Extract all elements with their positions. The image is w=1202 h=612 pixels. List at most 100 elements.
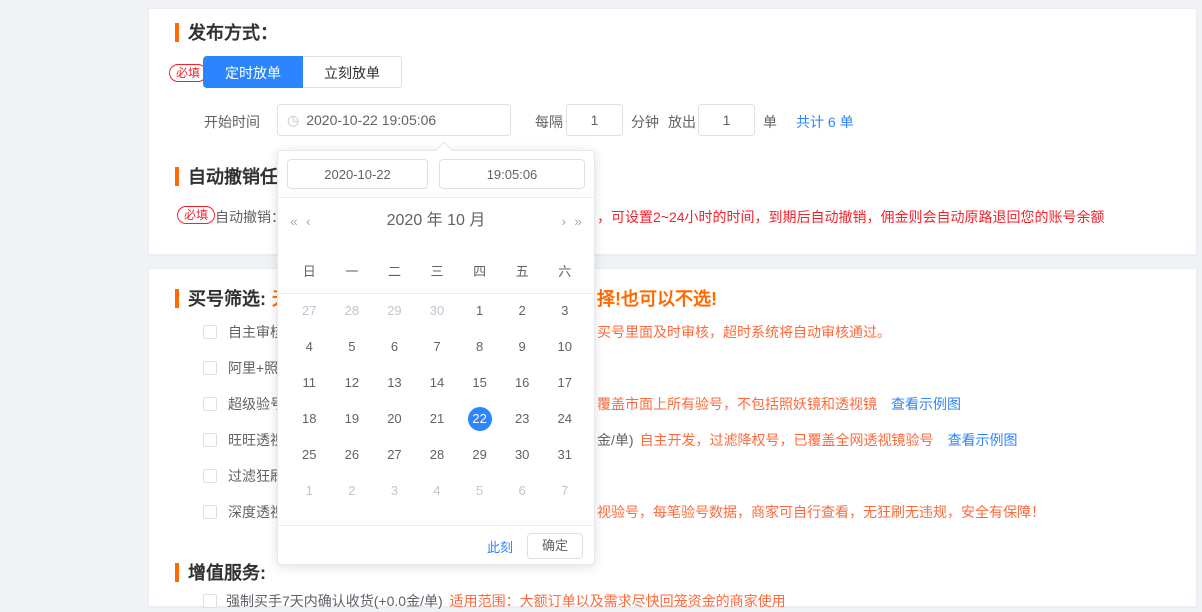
total-orders-link[interactable]: 共计 6 单 bbox=[796, 112, 854, 132]
checkbox[interactable] bbox=[203, 325, 217, 339]
start-time-input[interactable]: ◷ 2020-10-22 19:05:06 bbox=[277, 104, 511, 136]
calendar-day[interactable]: 28 bbox=[331, 293, 374, 329]
release-count-input[interactable]: 1 bbox=[698, 104, 755, 136]
confirm-button[interactable]: 确定 bbox=[527, 533, 583, 559]
calendar-day-selected[interactable]: 22 bbox=[458, 401, 501, 437]
calendar-day[interactable]: 29 bbox=[458, 437, 501, 473]
calendar-day[interactable]: 7 bbox=[416, 329, 459, 365]
calendar-day[interactable]: 29 bbox=[373, 293, 416, 329]
now-link[interactable]: 此刻 bbox=[487, 537, 513, 556]
checkbox-label[interactable]: 自主审核 bbox=[228, 322, 284, 342]
day-number: 2 bbox=[510, 299, 534, 323]
calendar-day[interactable]: 20 bbox=[373, 401, 416, 437]
checkbox[interactable] bbox=[203, 433, 217, 447]
calendar-day[interactable]: 8 bbox=[458, 329, 501, 365]
day-number: 7 bbox=[425, 335, 449, 359]
interval-suffix-label: 分钟 bbox=[631, 112, 659, 132]
calendar-day[interactable]: 6 bbox=[501, 473, 544, 509]
calendar-day[interactable]: 23 bbox=[501, 401, 544, 437]
picker-nav: « ‹ 2020 年 10 月 › » bbox=[278, 207, 594, 235]
day-number: 24 bbox=[553, 407, 577, 431]
calendar-day[interactable]: 9 bbox=[501, 329, 544, 365]
calendar-day[interactable]: 17 bbox=[543, 365, 586, 401]
calendar-day[interactable]: 24 bbox=[543, 401, 586, 437]
tab-immediate-release[interactable]: 立刻放单 bbox=[303, 56, 402, 88]
day-number: 15 bbox=[468, 371, 492, 395]
day-number: 29 bbox=[468, 443, 492, 467]
calendar-day[interactable]: 5 bbox=[458, 473, 501, 509]
calendar-day[interactable]: 1 bbox=[458, 293, 501, 329]
filter-row-anti-spam: 过滤狂刷 bbox=[203, 465, 284, 487]
checkbox[interactable] bbox=[203, 397, 217, 411]
calendar-day[interactable]: 10 bbox=[543, 329, 586, 365]
calendar-day[interactable]: 2 bbox=[501, 293, 544, 329]
calendar-day[interactable]: 12 bbox=[331, 365, 374, 401]
day-number: 6 bbox=[510, 479, 534, 503]
calendar-day[interactable]: 7 bbox=[543, 473, 586, 509]
calendar-day[interactable]: 3 bbox=[373, 473, 416, 509]
calendar-day[interactable]: 25 bbox=[288, 437, 331, 473]
section-accent-bar bbox=[175, 167, 179, 186]
next-year-icon[interactable]: » bbox=[574, 207, 582, 235]
picker-time-input[interactable]: 19:05:06 bbox=[439, 159, 585, 189]
calendar-day[interactable]: 4 bbox=[288, 329, 331, 365]
checkbox[interactable] bbox=[203, 505, 217, 519]
checkbox[interactable] bbox=[203, 469, 217, 483]
row-note-text: 自主开发，过滤降权号，已覆盖全网透视镜验号 bbox=[640, 430, 934, 450]
weekday-label: 五 bbox=[501, 257, 544, 287]
clock-icon: ◷ bbox=[287, 112, 299, 129]
calendar-day[interactable]: 18 bbox=[288, 401, 331, 437]
weekday-label: 四 bbox=[458, 257, 501, 287]
calendar-day[interactable]: 5 bbox=[331, 329, 374, 365]
weekday-label: 一 bbox=[331, 257, 374, 287]
tab-scheduled-release[interactable]: 定时放单 bbox=[203, 56, 303, 88]
checkbox-label[interactable]: 过滤狂刷 bbox=[228, 466, 284, 486]
calendar-day[interactable]: 3 bbox=[543, 293, 586, 329]
day-number: 30 bbox=[425, 299, 449, 323]
calendar-day[interactable]: 1 bbox=[288, 473, 331, 509]
weekday-label: 三 bbox=[416, 257, 459, 287]
calendar-day[interactable]: 26 bbox=[331, 437, 374, 473]
day-number: 28 bbox=[425, 443, 449, 467]
interval-input[interactable]: 1 bbox=[566, 104, 623, 136]
section-accent-bar bbox=[175, 23, 179, 42]
buyer-filter-header: 买号筛选: 无 bbox=[175, 285, 290, 311]
calendar-day[interactable]: 30 bbox=[416, 293, 459, 329]
calendar-day[interactable]: 27 bbox=[373, 437, 416, 473]
checkbox-label[interactable]: 旺旺透视 bbox=[228, 430, 284, 450]
day-number: 17 bbox=[553, 371, 577, 395]
calendar-day[interactable]: 15 bbox=[458, 365, 501, 401]
calendar-day[interactable]: 31 bbox=[543, 437, 586, 473]
checkbox[interactable] bbox=[203, 594, 217, 608]
view-example-link[interactable]: 查看示例图 bbox=[891, 394, 961, 414]
checkbox[interactable] bbox=[203, 361, 217, 375]
next-month-icon[interactable]: › bbox=[561, 207, 566, 235]
publish-mode-tabs: 定时放单 立刻放单 bbox=[203, 56, 402, 88]
checkbox-label[interactable]: 强制买手7天内确认收货(+0.0金/单) bbox=[226, 591, 443, 611]
section-title: 发布方式： bbox=[188, 19, 278, 45]
filter-subtitle-right: 择!也可以不选! bbox=[597, 285, 717, 311]
calendar-day[interactable]: 28 bbox=[416, 437, 459, 473]
calendar-day[interactable]: 4 bbox=[416, 473, 459, 509]
calendar-day[interactable]: 16 bbox=[501, 365, 544, 401]
calendar-day[interactable]: 2 bbox=[331, 473, 374, 509]
picker-date-value: 2020-10-22 bbox=[324, 167, 391, 182]
checkbox-label[interactable]: 深度透视 bbox=[228, 502, 284, 522]
view-example-link[interactable]: 查看示例图 bbox=[948, 430, 1018, 450]
calendar-day[interactable]: 19 bbox=[331, 401, 374, 437]
calendar-day[interactable]: 13 bbox=[373, 365, 416, 401]
checkbox-label[interactable]: 超级验号 bbox=[228, 394, 284, 414]
calendar-day[interactable]: 11 bbox=[288, 365, 331, 401]
calendar-day[interactable]: 27 bbox=[288, 293, 331, 329]
picker-date-input[interactable]: 2020-10-22 bbox=[287, 159, 428, 189]
calendar-day[interactable]: 21 bbox=[416, 401, 459, 437]
section-title: 买号筛选: bbox=[188, 285, 266, 311]
calendar-day[interactable]: 6 bbox=[373, 329, 416, 365]
filter-row-note: 视验号，每笔验号数据，商家可自行查看，无狂刷无违规，安全有保障！ bbox=[597, 501, 1045, 523]
day-number: 10 bbox=[553, 335, 577, 359]
calendar-day[interactable]: 14 bbox=[416, 365, 459, 401]
day-number: 19 bbox=[340, 407, 364, 431]
checkbox-label[interactable]: 阿里+照 bbox=[228, 358, 278, 378]
calendar-day[interactable]: 30 bbox=[501, 437, 544, 473]
row-note-text: 视验号，每笔验号数据，商家可自行查看，无狂刷无违规，安全有保障！ bbox=[597, 502, 1045, 522]
